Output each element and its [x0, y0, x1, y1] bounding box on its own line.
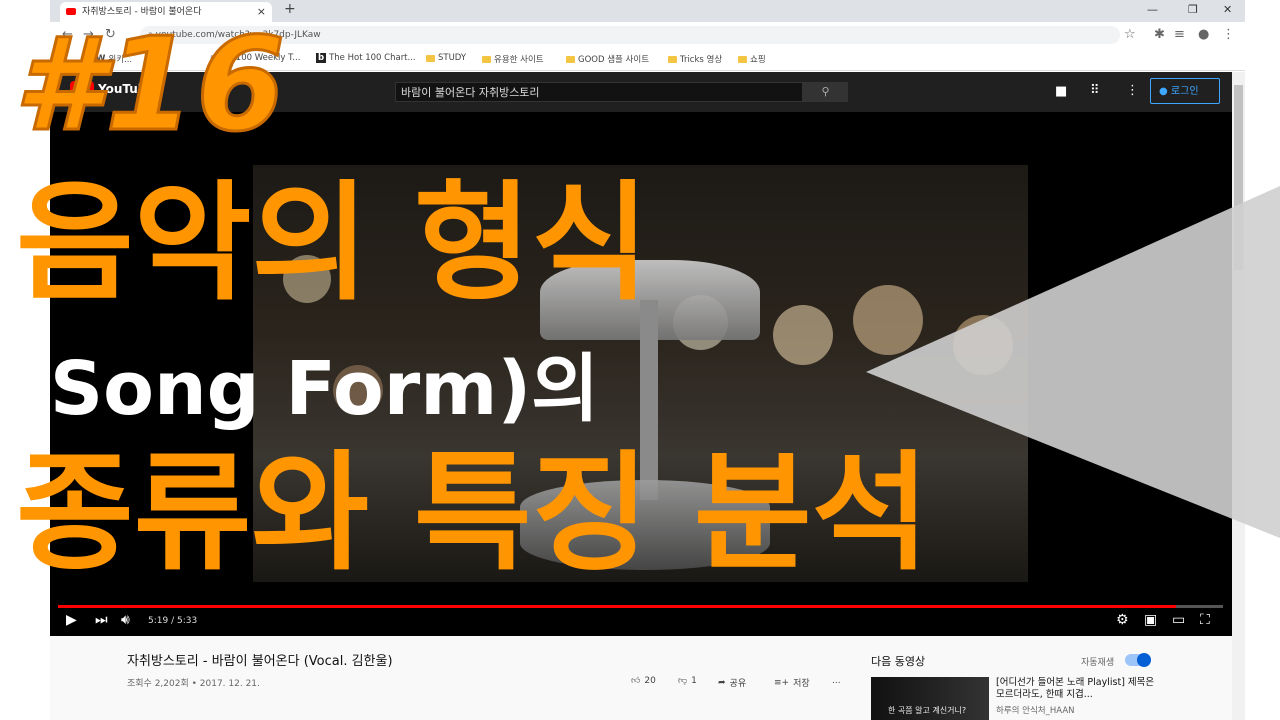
save-button[interactable]: ≡+ 저장 — [774, 676, 810, 690]
next-video-title[interactable]: [어디선가 들어본 노래 Playlist] 제목은 모르더라도, 한때 지겹.… — [996, 677, 1156, 701]
minimize-icon[interactable]: — — [1147, 3, 1158, 16]
overlay-title-line3: 종류와 특징 분석 — [16, 439, 930, 588]
overlay-title-line2: (Song Form)의 — [16, 346, 600, 432]
create-video-icon[interactable]: ■ — [1055, 84, 1067, 99]
search-icon[interactable]: ⚲ — [803, 82, 848, 102]
video-title: 자취방스토리 - 바람이 불어온다 (Vocal. 김한울) — [127, 654, 393, 669]
volume-icon[interactable]: 🔊︎ — [121, 612, 130, 628]
up-next-heading: 다음 동영상 — [871, 655, 926, 668]
share-button[interactable]: ➦ 공유 — [718, 676, 746, 690]
bookmark-item[interactable]: GOOD 샘플 사이트 — [566, 53, 649, 65]
settings-icon[interactable]: ⚙ — [1116, 612, 1129, 628]
bookmark-item[interactable]: 쇼핑 — [738, 53, 766, 65]
more-actions-button[interactable]: ... — [832, 676, 841, 686]
dislike-button[interactable]: 👎︎ 1 — [678, 676, 697, 686]
bookmark-item[interactable]: STUDY — [426, 53, 466, 63]
restore-icon[interactable]: ❐ — [1188, 3, 1198, 16]
player-controls: ▶ ⏭ 🔊︎ 5:19 / 5:33 ⚙ ▣ ▭ ⛶ — [50, 608, 1232, 636]
extensions-icon[interactable]: ✱ — [1154, 27, 1165, 42]
thumbs-up-icon: 👍︎ — [631, 676, 641, 686]
like-button[interactable]: 👍︎ 20 — [631, 676, 656, 686]
folder-icon — [426, 54, 435, 62]
folder-icon — [482, 55, 491, 63]
overlay-title-line1: 음악의 형식 — [16, 169, 650, 318]
media-icon[interactable]: ≡ — [1174, 27, 1185, 42]
folder-icon — [566, 55, 575, 63]
playlist-add-icon: ≡+ — [774, 677, 790, 688]
next-icon[interactable]: ⏭ — [95, 612, 108, 628]
login-button[interactable]: ● 로그인 — [1150, 78, 1220, 104]
apps-grid-icon[interactable]: ⠿ — [1090, 83, 1100, 98]
video-views: 조회수 2,202회 • 2017. 12. 21. — [127, 679, 260, 689]
search-input[interactable]: 바람이 불어온다 자취방스토리 — [395, 82, 803, 102]
autoplay-label: 자동재생 — [1081, 658, 1115, 668]
folder-icon — [738, 55, 747, 63]
login-label: 로그인 — [1170, 86, 1199, 97]
fullscreen-icon[interactable]: ⛶ — [1200, 612, 1210, 628]
profile-icon[interactable]: ● — [1198, 27, 1209, 42]
billboard-icon: b — [316, 53, 327, 63]
bookmark-star-icon[interactable]: ☆ — [1124, 27, 1136, 42]
thumbs-down-icon: 👎︎ — [678, 676, 688, 686]
bookmark-item[interactable]: 유용한 사이트 — [482, 53, 544, 65]
folder-icon — [668, 55, 677, 63]
bookmark-item[interactable]: b The Hot 100 Chart... — [316, 53, 416, 63]
episode-number: #16 — [12, 11, 288, 160]
menu-icon[interactable]: ⋮ — [1222, 27, 1235, 42]
settings-menu-icon[interactable]: ⋮ — [1126, 83, 1139, 98]
next-video-channel[interactable]: 하루의 안식처_HAAN — [996, 704, 1075, 716]
theater-icon[interactable]: ▭ — [1172, 612, 1185, 628]
account-icon: ● — [1159, 86, 1168, 97]
thumbnail-caption: 한 곡쯤 알고 계신거니? — [888, 706, 967, 715]
play-icon[interactable]: ▶ — [66, 612, 77, 628]
time-display: 5:19 / 5:33 — [148, 616, 198, 626]
miniplayer-icon[interactable]: ▣ — [1144, 612, 1157, 628]
autoplay-toggle-knob[interactable] — [1137, 653, 1151, 667]
big-play-triangle-icon — [866, 186, 1280, 538]
close-window-icon[interactable]: ✕ — [1223, 3, 1232, 16]
bookmark-item[interactable]: Tricks 영상 — [668, 53, 722, 65]
share-icon: ➦ — [718, 677, 726, 688]
